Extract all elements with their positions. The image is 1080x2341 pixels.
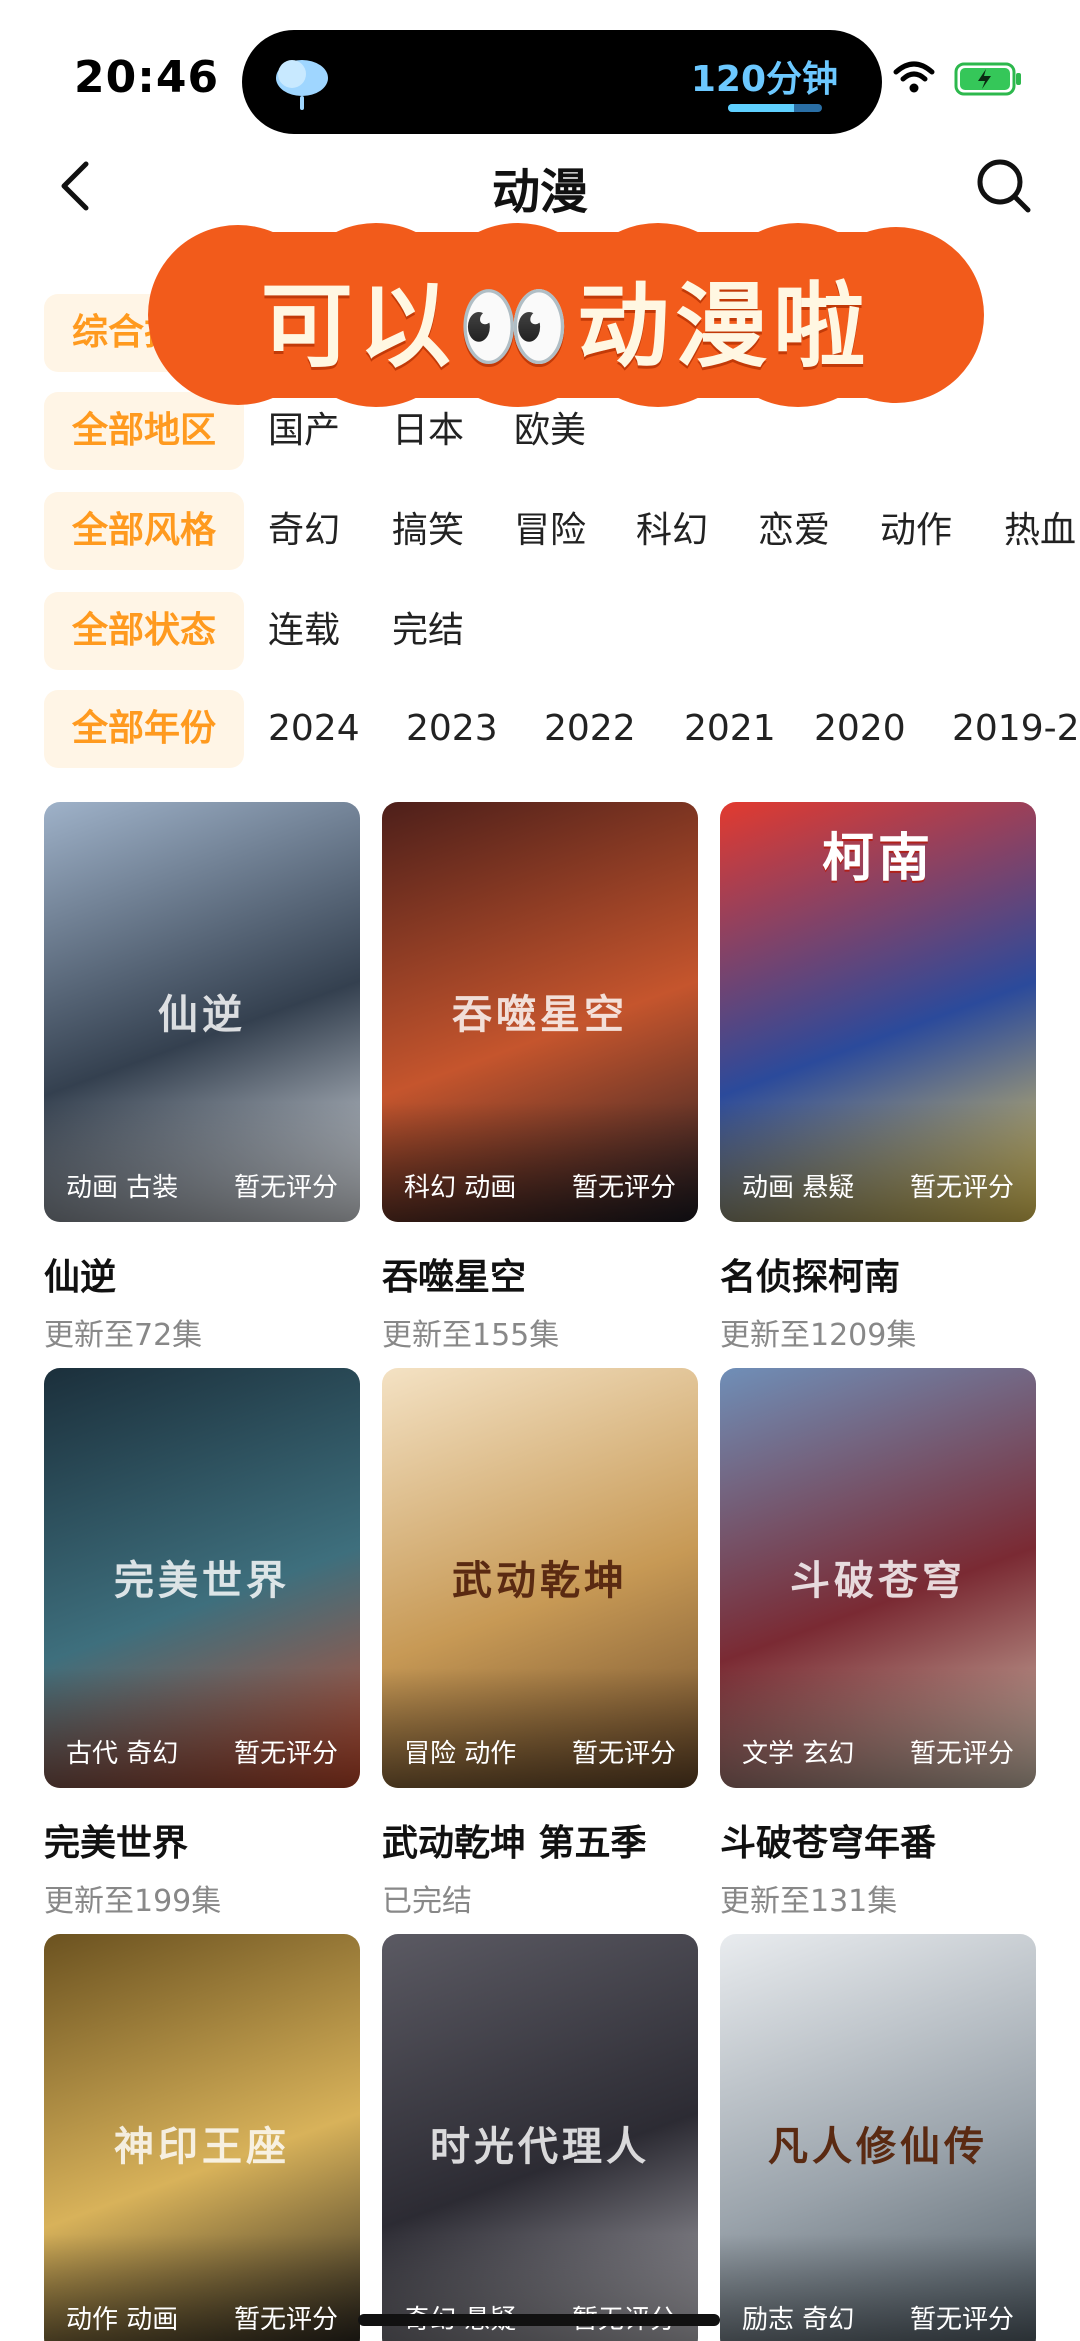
poster-title: 斗破苍穹 bbox=[790, 1558, 966, 1604]
anime-card[interactable]: 斗破苍穹 文学 玄幻 暂无评分 斗破苍穹年番 更新至131集 bbox=[720, 1368, 1036, 1920]
filter-row-style: 全部风格 奇幻 搞笑 冒险 科幻 恋爱 动作 热血 bbox=[0, 492, 1080, 572]
anime-card[interactable]: 神印王座 动作 动画 暂无评分 bbox=[44, 1934, 360, 2341]
anime-update-status: 更新至72集 bbox=[44, 1318, 203, 1353]
filter-option-style[interactable]: 热血 bbox=[1004, 492, 1076, 570]
filter-option-status[interactable]: 完结 bbox=[392, 592, 464, 670]
anime-title[interactable]: 斗破苍穹年番 bbox=[720, 1814, 1036, 1866]
filter-option-year[interactable]: 2020 bbox=[814, 690, 906, 768]
poster-title: 武动乾坤 bbox=[452, 1558, 628, 1604]
status-time: 20:46 bbox=[74, 52, 220, 103]
anime-title[interactable]: 武动乾坤 第五季 bbox=[382, 1814, 698, 1866]
anime-card[interactable]: 时光代理人 奇幻 悬疑 暂无评分 bbox=[382, 1934, 698, 2341]
anime-update-status: 更新至199集 bbox=[44, 1884, 222, 1919]
poster-rating: 暂无评分 bbox=[571, 1173, 676, 1203]
filter-row-year: 全部年份 2024 2023 2022 2021 2020 2019-2 bbox=[0, 690, 1080, 770]
eyes-emoji-icon: 👀 bbox=[456, 273, 578, 380]
anime-poster[interactable]: 完美世界 古代 奇幻 暂无评分 bbox=[44, 1368, 360, 1788]
anime-poster[interactable]: 斗破苍穹 文学 玄幻 暂无评分 bbox=[720, 1368, 1036, 1788]
anime-poster[interactable]: 吞噬星空 科幻 动画 暂无评分 bbox=[382, 802, 698, 1222]
poster-title: 仙逆 bbox=[158, 992, 246, 1038]
anime-poster[interactable]: 时光代理人 奇幻 悬疑 暂无评分 bbox=[382, 1934, 698, 2341]
anime-card[interactable]: 凡人修仙传 励志 奇幻 暂无评分 bbox=[720, 1934, 1036, 2341]
wifi-icon bbox=[893, 61, 935, 93]
anime-poster[interactable]: 神印王座 动作 动画 暂无评分 bbox=[44, 1934, 360, 2341]
anime-poster[interactable]: 柯南 动画 悬疑 暂无评分 bbox=[720, 802, 1036, 1222]
cloud-rain-icon bbox=[276, 60, 328, 110]
anime-card[interactable]: 吞噬星空 科幻 动画 暂无评分 吞噬星空 更新至155集 bbox=[382, 802, 698, 1354]
poster-tags: 文学 玄幻 bbox=[742, 1739, 855, 1769]
poster-title: 时光代理人 bbox=[430, 2124, 650, 2170]
poster-tags: 动画 悬疑 bbox=[742, 1173, 855, 1203]
poster-title: 凡人修仙传 bbox=[768, 2124, 988, 2170]
anime-update-status: 更新至131集 bbox=[720, 1884, 898, 1919]
filter-option-style[interactable]: 搞笑 bbox=[392, 492, 464, 570]
island-progress-bar bbox=[728, 104, 822, 112]
poster-rating: 暂无评分 bbox=[909, 1739, 1014, 1769]
anime-title[interactable]: 完美世界 bbox=[44, 1814, 360, 1866]
anime-poster[interactable]: 凡人修仙传 励志 奇幻 暂无评分 bbox=[720, 1934, 1036, 2341]
anime-update-status: 已完结 bbox=[382, 1884, 472, 1919]
filter-option-style[interactable]: 冒险 bbox=[514, 492, 586, 570]
poster-title: 吞噬星空 bbox=[452, 992, 628, 1038]
filter-row-status: 全部状态 连载 完结 bbox=[0, 592, 1080, 672]
anime-poster[interactable]: 仙逆 动画 古装 暂无评分 bbox=[44, 802, 360, 1222]
filter-option-year[interactable]: 2019-2 bbox=[952, 690, 1080, 768]
poster-tags: 动画 古装 bbox=[66, 1173, 179, 1203]
nav-bar: 动漫 bbox=[0, 140, 1080, 232]
filter-option-style[interactable]: 奇幻 bbox=[268, 492, 340, 570]
poster-rating: 暂无评分 bbox=[233, 1739, 338, 1769]
poster-title: 柯南 bbox=[821, 829, 934, 889]
poster-tags: 科幻 动画 bbox=[404, 1173, 517, 1203]
anime-title[interactable]: 吞噬星空 bbox=[382, 1248, 698, 1300]
search-icon[interactable] bbox=[972, 154, 1036, 218]
sticker-text: 可以👀动漫啦 bbox=[146, 252, 986, 385]
filter-option-style[interactable]: 恋爱 bbox=[758, 492, 830, 570]
sticker-text-after: 动漫啦 bbox=[577, 273, 872, 380]
anime-title[interactable]: 仙逆 bbox=[44, 1248, 360, 1300]
anime-update-status: 更新至1209集 bbox=[720, 1318, 917, 1353]
anime-card[interactable]: 仙逆 动画 古装 暂无评分 仙逆 更新至72集 bbox=[44, 802, 360, 1354]
poster-rating: 暂无评分 bbox=[233, 2305, 338, 2335]
status-bar: 20:46 120分钟 bbox=[0, 0, 1080, 140]
poster-title: 神印王座 bbox=[114, 2124, 290, 2170]
filter-option-style[interactable]: 科幻 bbox=[636, 492, 708, 570]
poster-tags: 励志 奇幻 bbox=[742, 2305, 855, 2335]
filter-chip-status[interactable]: 全部状态 bbox=[44, 592, 244, 670]
sticker-banner: 可以👀动漫啦 bbox=[146, 222, 986, 408]
poster-rating: 暂无评分 bbox=[571, 1739, 676, 1769]
poster-rating: 暂无评分 bbox=[233, 1173, 338, 1203]
battery-charging-icon bbox=[954, 62, 1021, 96]
page-title: 动漫 bbox=[491, 164, 588, 220]
sticker-text-before: 可以 bbox=[260, 273, 457, 380]
poster-tags: 动作 动画 bbox=[66, 2305, 179, 2335]
filter-option-year[interactable]: 2023 bbox=[406, 690, 498, 768]
poster-title: 完美世界 bbox=[114, 1558, 290, 1604]
poster-tags: 古代 奇幻 bbox=[66, 1739, 179, 1769]
anime-card[interactable]: 完美世界 古代 奇幻 暂无评分 完美世界 更新至199集 bbox=[44, 1368, 360, 1920]
filter-option-year[interactable]: 2022 bbox=[544, 690, 636, 768]
poster-tags: 冒险 动作 bbox=[404, 1739, 517, 1769]
anime-poster[interactable]: 武动乾坤 冒险 动作 暂无评分 bbox=[382, 1368, 698, 1788]
island-progress-fill bbox=[728, 104, 794, 112]
anime-title[interactable]: 名侦探柯南 bbox=[720, 1248, 1036, 1300]
filter-option-style[interactable]: 动作 bbox=[880, 492, 952, 570]
dynamic-island[interactable]: 120分钟 bbox=[242, 30, 882, 134]
filter-chip-year[interactable]: 全部年份 bbox=[44, 690, 244, 768]
anime-card[interactable]: 柯南 动画 悬疑 暂无评分 名侦探柯南 更新至1209集 bbox=[720, 802, 1036, 1354]
filter-chip-style[interactable]: 全部风格 bbox=[44, 492, 244, 570]
anime-update-status: 更新至155集 bbox=[382, 1318, 560, 1353]
filter-option-year[interactable]: 2024 bbox=[268, 690, 360, 768]
filter-option-year[interactable]: 2021 bbox=[684, 690, 776, 768]
poster-rating: 暂无评分 bbox=[909, 2305, 1014, 2335]
home-indicator[interactable] bbox=[358, 2314, 720, 2326]
island-timer-text: 120分钟 bbox=[690, 59, 838, 100]
anime-card[interactable]: 武动乾坤 冒险 动作 暂无评分 武动乾坤 第五季 已完结 bbox=[382, 1368, 698, 1920]
filter-option-status[interactable]: 连载 bbox=[268, 592, 340, 670]
poster-rating: 暂无评分 bbox=[909, 1173, 1014, 1203]
